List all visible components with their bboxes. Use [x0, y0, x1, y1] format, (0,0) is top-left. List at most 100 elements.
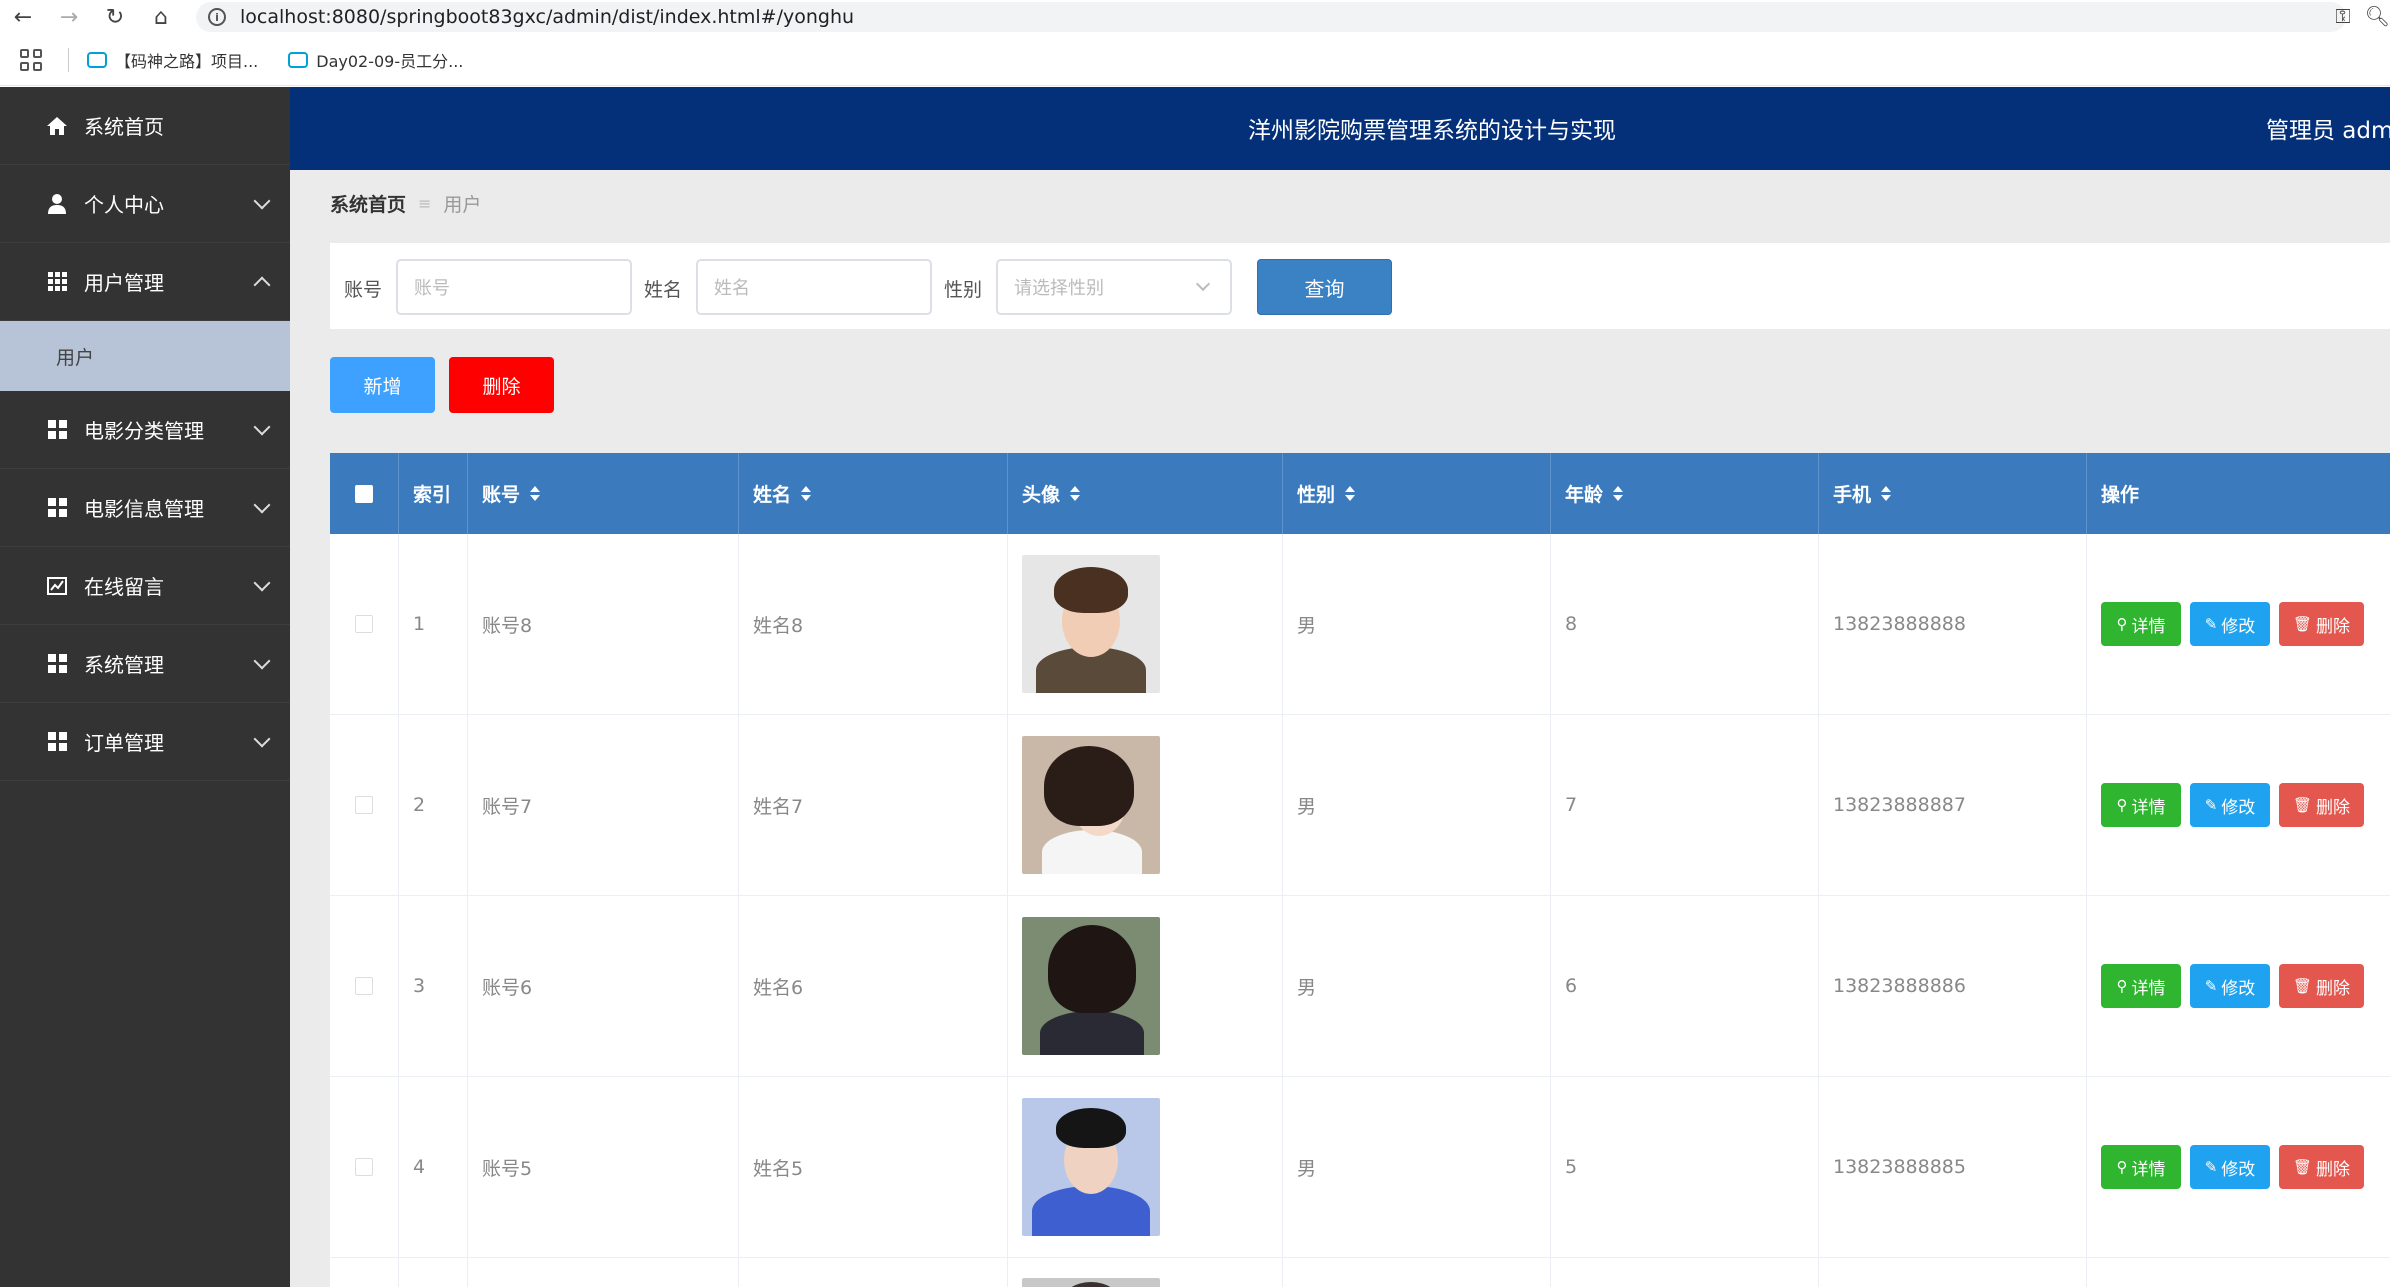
sort-icon[interactable]	[1345, 486, 1356, 501]
sidebar-item-orders[interactable]: 订单管理	[0, 703, 290, 781]
edit-button[interactable]: ✎ 修改	[2190, 1145, 2270, 1189]
cell-index: 3	[399, 896, 468, 1076]
name-input[interactable]: 姓名	[696, 259, 932, 315]
zoom-icon[interactable]: 🔍︎	[2365, 4, 2390, 28]
delete-button[interactable]: 🗑︎ 删除	[2279, 1145, 2364, 1189]
row-checkbox[interactable]	[355, 1158, 373, 1176]
cell-age: 5	[1551, 1077, 1819, 1257]
table-header: 索引 账号 姓名 头像 性别 年龄 手机 操作	[330, 453, 2390, 534]
bilibili-icon	[288, 51, 309, 68]
browser-toolbar: ← → ↻ ⌂ i localhost:8080/springboot83gxc…	[0, 0, 2390, 34]
cell-name: 姓名8	[739, 534, 1008, 714]
table-row: 3 账号6 姓名6 男 6 13823888886 ⚲ 详情 ✎ 修改 🗑︎ 删除	[330, 896, 2390, 1077]
column-header-avatar[interactable]: 头像	[1008, 453, 1283, 534]
cell-index: 1	[399, 534, 468, 714]
password-key-icon[interactable]: ⚿	[2335, 4, 2350, 28]
back-icon[interactable]: ←	[0, 0, 46, 34]
detail-button[interactable]: ⚲ 详情	[2101, 783, 2181, 827]
gender-label: 性别	[944, 279, 983, 301]
trash-icon: 🗑︎	[2292, 796, 2313, 814]
search-icon: ⚲	[2116, 615, 2128, 633]
column-header-gender[interactable]: 性别	[1283, 453, 1551, 534]
select-all-checkbox[interactable]	[355, 484, 373, 503]
avatar	[1022, 736, 1160, 874]
sort-icon[interactable]	[1881, 486, 1892, 501]
cell-age: 7	[1551, 715, 1819, 895]
home-icon	[46, 115, 68, 137]
query-button[interactable]: 查询	[1257, 259, 1392, 315]
apps-icon[interactable]	[20, 48, 42, 71]
add-button[interactable]: 新增	[330, 357, 435, 413]
detail-button[interactable]: ⚲ 详情	[2101, 964, 2181, 1008]
breadcrumb-home[interactable]: 系统首页	[330, 190, 406, 217]
sort-icon[interactable]	[1070, 486, 1081, 501]
cell-age: 8	[1551, 534, 1819, 714]
row-checkbox[interactable]	[355, 977, 373, 995]
sidebar-item-profile[interactable]: 个人中心	[0, 165, 290, 243]
column-header-account[interactable]: 账号	[468, 453, 739, 534]
cell-age: 6	[1551, 896, 1819, 1076]
home-icon[interactable]: ⌂	[138, 0, 184, 34]
sort-icon[interactable]	[1613, 486, 1624, 501]
trash-icon: 🗑︎	[2292, 977, 2313, 995]
trash-icon: 🗑︎	[2292, 615, 2313, 633]
table-row	[330, 1258, 2390, 1287]
grid-icon	[46, 497, 68, 519]
address-bar[interactable]: i localhost:8080/springboot83gxc/admin/d…	[196, 2, 2346, 32]
account-label: 账号	[344, 279, 383, 301]
chevron-down-icon	[253, 192, 271, 210]
sidebar-item-user-management[interactable]: 用户管理	[0, 243, 290, 321]
gender-select[interactable]: 请选择性别	[996, 259, 1232, 315]
breadcrumb: 系统首页 ≡ 用户	[330, 190, 481, 217]
batch-delete-button[interactable]: 删除	[449, 357, 554, 413]
sort-icon[interactable]	[530, 486, 541, 501]
bookmark-item[interactable]: 【码神之路】项目...	[87, 48, 258, 72]
grid-icon	[46, 271, 68, 293]
admin-user-label[interactable]: 管理员 admi	[2266, 111, 2390, 145]
search-icon: ⚲	[2116, 977, 2128, 995]
table-row: 4 账号5 姓名5 男 5 13823888885 ⚲ 详情 ✎ 修改 🗑︎ 删除	[330, 1077, 2390, 1258]
edit-button[interactable]: ✎ 修改	[2190, 783, 2270, 827]
search-panel: 账号 账号 姓名 姓名 性别 请选择性别 查询	[330, 243, 2390, 329]
site-info-icon[interactable]: i	[208, 8, 226, 26]
cell-index: 2	[399, 715, 468, 895]
cell-account: 账号6	[468, 896, 739, 1076]
column-header-phone[interactable]: 手机	[1819, 453, 2087, 534]
sidebar-item-home[interactable]: 系统首页	[0, 87, 290, 165]
account-input[interactable]: 账号	[396, 259, 632, 315]
sidebar-item-system[interactable]: 系统管理	[0, 625, 290, 703]
reload-icon[interactable]: ↻	[92, 0, 138, 34]
system-title: 洋州影院购票管理系统的设计与实现	[1248, 118, 1616, 144]
delete-button[interactable]: 🗑︎ 删除	[2279, 964, 2364, 1008]
sort-icon[interactable]	[801, 486, 812, 501]
row-checkbox[interactable]	[355, 615, 373, 633]
edit-button[interactable]: ✎ 修改	[2190, 602, 2270, 646]
delete-button[interactable]: 🗑︎ 删除	[2279, 783, 2364, 827]
bilibili-icon	[87, 51, 107, 68]
sidebar-subitem-user[interactable]: 用户	[0, 321, 290, 391]
edit-icon: ✎	[2204, 977, 2218, 995]
avatar	[1022, 1098, 1160, 1236]
sidebar-item-movie-category[interactable]: 电影分类管理	[0, 391, 290, 469]
row-checkbox[interactable]	[355, 796, 373, 814]
cell-account: 账号7	[468, 715, 739, 895]
cell-account: 账号5	[468, 1077, 739, 1257]
column-header-operations: 操作	[2101, 484, 2140, 506]
detail-button[interactable]: ⚲ 详情	[2101, 1145, 2181, 1189]
cell-name: 姓名6	[739, 896, 1008, 1076]
detail-button[interactable]: ⚲ 详情	[2101, 602, 2181, 646]
edit-button[interactable]: ✎ 修改	[2190, 964, 2270, 1008]
forward-icon[interactable]: →	[46, 0, 92, 34]
chevron-up-icon	[253, 276, 271, 294]
column-header-name[interactable]: 姓名	[739, 453, 1008, 534]
search-icon: ⚲	[2116, 1158, 2128, 1176]
cell-phone: 13823888885	[1819, 1077, 2087, 1257]
grid-icon	[46, 653, 68, 675]
chevron-down-icon	[1195, 276, 1211, 292]
sidebar-item-movie-info[interactable]: 电影信息管理	[0, 469, 290, 547]
column-header-age[interactable]: 年龄	[1551, 453, 1819, 534]
sidebar-item-messages[interactable]: 在线留言	[0, 547, 290, 625]
bookmark-item[interactable]: Day02-09-员工分...	[288, 48, 463, 72]
cell-name: 姓名7	[739, 715, 1008, 895]
delete-button[interactable]: 🗑︎ 删除	[2279, 602, 2364, 646]
